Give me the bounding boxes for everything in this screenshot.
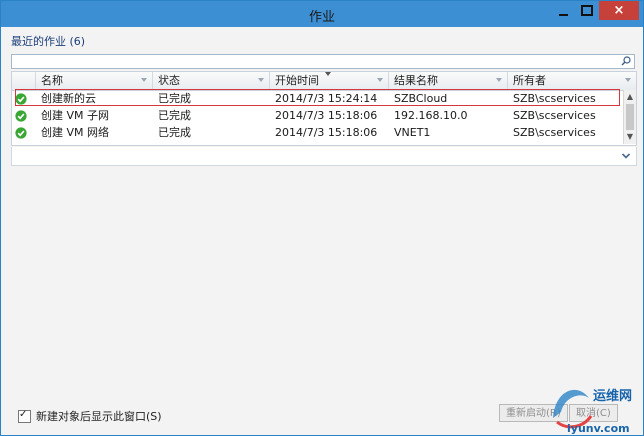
chevron-down-icon[interactable] xyxy=(621,151,631,161)
scroll-up-icon[interactable]: ▲ xyxy=(626,92,634,102)
details-pane xyxy=(11,147,637,166)
filter-dropdown-icon[interactable] xyxy=(625,78,631,82)
success-check-icon xyxy=(15,127,27,139)
show-window-option: ✓ 新建对象后显示此窗口(S) xyxy=(18,408,162,424)
cell-name: 创建 VM 网络 xyxy=(41,126,110,139)
close-button[interactable]: × xyxy=(599,1,639,20)
column-header-owner[interactable]: 所有者 xyxy=(508,72,636,90)
minimize-icon xyxy=(558,13,568,16)
window-title: 作业 xyxy=(308,10,335,25)
cell-result-name: VNET1 xyxy=(394,126,431,139)
cell-status: 已完成 xyxy=(158,126,191,139)
filter-dropdown-icon[interactable] xyxy=(377,78,383,82)
table-row[interactable]: 创建新的云 已完成 2014/7/3 15:24:14 SZBCloud SZB… xyxy=(12,91,624,107)
filter-dropdown-icon[interactable] xyxy=(141,78,147,82)
table-row[interactable]: 创建 VM 子网 已完成 2014/7/3 15:18:06 192.168.1… xyxy=(12,108,624,124)
scroll-down-icon[interactable]: ▼ xyxy=(626,132,634,142)
cell-start-time: 2014/7/3 15:24:14 xyxy=(275,92,378,105)
cell-owner: SZB\scservices xyxy=(513,126,596,139)
sort-descending-icon xyxy=(325,72,331,76)
column-header-status[interactable]: 状态 xyxy=(153,72,270,90)
header-icon-column[interactable] xyxy=(12,72,36,90)
cell-name: 创建新的云 xyxy=(41,92,96,105)
cell-result-name: 192.168.10.0 xyxy=(394,109,468,122)
show-window-checkbox[interactable]: ✓ xyxy=(18,408,31,423)
success-check-icon xyxy=(15,110,27,122)
watermark-en: iyunv.com xyxy=(567,422,630,435)
watermark-logo: 运维网 iyunv.com xyxy=(553,388,632,435)
filter-dropdown-icon[interactable] xyxy=(258,78,264,82)
show-window-label: 新建对象后显示此窗口(S) xyxy=(36,410,162,423)
column-header-label: 名称 xyxy=(41,74,63,87)
watermark-cn: 运维网 xyxy=(593,388,632,404)
maximize-button[interactable] xyxy=(575,1,599,20)
recent-jobs-label: 最近的作业 (6) xyxy=(11,35,86,48)
cell-start-time: 2014/7/3 15:18:06 xyxy=(275,109,378,122)
scroll-thumb[interactable] xyxy=(626,104,634,130)
grid-scrollbar[interactable]: ▲ ▼ xyxy=(623,90,636,144)
filter-dropdown-icon[interactable] xyxy=(496,78,502,82)
window-content: 最近的作业 (6) 名称 状态 开始时间 结果名称 所有者 创建新的云 已完成 xyxy=(2,27,642,434)
cell-owner: SZB\scservices xyxy=(513,92,596,105)
cell-status: 已完成 xyxy=(158,92,191,105)
table-row[interactable]: 创建 VM 网络 已完成 2014/7/3 15:18:06 VNET1 SZB… xyxy=(12,125,624,141)
minimize-button[interactable] xyxy=(551,1,575,20)
cell-result-name: SZBCloud xyxy=(394,92,448,105)
column-header-name[interactable]: 名称 xyxy=(36,72,153,90)
title-bar[interactable]: 作业 × xyxy=(1,1,643,27)
maximize-icon xyxy=(581,5,593,16)
cell-status: 已完成 xyxy=(158,109,191,122)
search-input[interactable] xyxy=(11,54,635,69)
cell-name: 创建 VM 子网 xyxy=(41,109,110,122)
column-header-label: 结果名称 xyxy=(394,74,438,87)
column-header-label: 开始时间 xyxy=(275,74,319,87)
cell-start-time: 2014/7/3 15:18:06 xyxy=(275,126,378,139)
grid-header: 名称 状态 开始时间 结果名称 所有者 xyxy=(12,72,636,91)
cell-owner: SZB\scservices xyxy=(513,109,596,122)
success-check-icon xyxy=(15,93,27,105)
window-controls: × xyxy=(551,1,639,21)
column-header-result-name[interactable]: 结果名称 xyxy=(389,72,508,90)
checkmark-icon: ✓ xyxy=(19,408,28,420)
jobs-window: 作业 × 最近的作业 (6) 名称 状态 开始时间 结果名称 所有者 创建新的云… xyxy=(0,0,644,436)
close-icon: × xyxy=(613,3,625,18)
search-icon[interactable] xyxy=(621,56,631,66)
column-header-label: 所有者 xyxy=(513,74,546,87)
jobs-grid: 名称 状态 开始时间 结果名称 所有者 创建新的云 已完成 2014/7/3 1… xyxy=(11,71,637,146)
column-header-label: 状态 xyxy=(158,74,180,87)
